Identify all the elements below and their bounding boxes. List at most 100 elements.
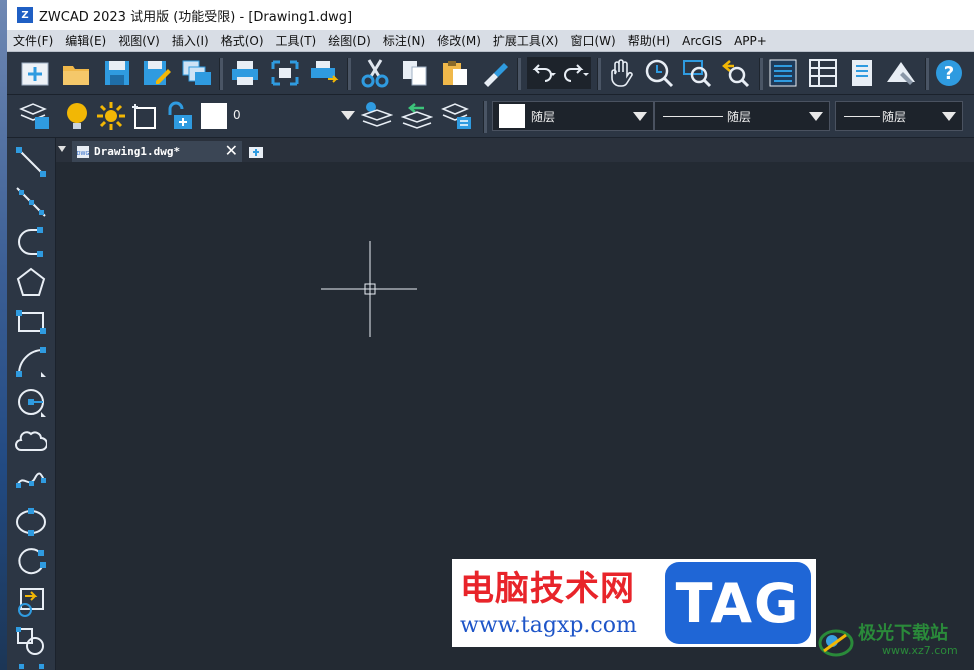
cut-icon[interactable] <box>359 57 391 89</box>
menu-file[interactable]: 文件(F) <box>7 32 59 49</box>
chevron-down-icon <box>341 111 355 120</box>
pan-icon[interactable] <box>605 57 637 89</box>
layer-manager-icon[interactable] <box>19 100 51 132</box>
make-block-icon[interactable] <box>13 624 49 660</box>
save-as-icon[interactable] <box>141 57 173 89</box>
properties-icon[interactable] <box>767 57 799 89</box>
lineweight-value: 随层 <box>882 110 907 124</box>
print-icon[interactable] <box>229 57 261 89</box>
revision-cloud-icon[interactable] <box>13 424 49 460</box>
watermark-site-name: 电脑技术网 <box>460 569 635 609</box>
arc-icon[interactable] <box>13 344 49 380</box>
new-icon[interactable] <box>19 57 51 89</box>
linetype-value: 随层 <box>727 110 752 124</box>
watermark-tag-logo: TAG <box>665 562 811 644</box>
linetype-dropdown[interactable]: 随层 <box>654 101 830 131</box>
layer-thaw-icon[interactable] <box>95 100 127 132</box>
new-drawing-tab-icon[interactable] <box>248 144 264 158</box>
tab-list-dropdown-icon[interactable] <box>58 146 66 152</box>
line-icon[interactable] <box>13 144 49 180</box>
tool-palettes-icon[interactable] <box>847 57 879 89</box>
watermark2-site-name: 极光下载站 <box>858 623 948 644</box>
draw-toolbar <box>7 138 56 670</box>
construction-line-icon[interactable] <box>13 184 49 220</box>
layers-toolbar: 0 随层 随层 随层 <box>7 95 974 138</box>
polyline-icon[interactable] <box>13 224 49 260</box>
zoom-previous-icon[interactable] <box>719 57 751 89</box>
toolbar-separator <box>517 58 521 90</box>
dwg-file-icon: DWG <box>77 145 90 158</box>
menu-format[interactable]: 格式(O) <box>215 32 270 49</box>
layer-previous-icon[interactable] <box>401 100 433 132</box>
rectangle-icon[interactable] <box>13 304 49 340</box>
polygon-icon[interactable] <box>13 264 49 300</box>
chevron-down-icon <box>633 112 647 121</box>
publish-icon[interactable] <box>309 57 341 89</box>
color-value: 随层 <box>531 110 556 124</box>
menu-dimension[interactable]: 标注(N) <box>377 32 431 49</box>
toolbar-separator <box>759 58 763 90</box>
svg-text:?: ? <box>944 63 954 84</box>
markup-icon[interactable] <box>885 57 917 89</box>
menu-insert[interactable]: 插入(I) <box>166 32 215 49</box>
help-icon[interactable]: ? <box>933 57 965 89</box>
layer-color-swatch <box>201 103 227 129</box>
zoom-realtime-icon[interactable] <box>643 57 675 89</box>
menu-arcgis[interactable]: ArcGIS <box>676 34 728 48</box>
window-title: ZWCAD 2023 试用版 (功能受限) - [Drawing1.dwg] <box>39 9 353 25</box>
svg-text:DWG: DWG <box>77 151 90 157</box>
insert-block-icon[interactable] <box>13 584 49 620</box>
copy-icon[interactable] <box>399 57 431 89</box>
watermark-logo-icon <box>818 629 854 657</box>
circle-icon[interactable] <box>13 384 49 420</box>
toolbar-separator <box>925 58 929 90</box>
app-logo-icon: Z <box>17 7 33 23</box>
layer-lock-icon[interactable] <box>163 100 195 132</box>
ellipse-icon[interactable] <box>13 504 49 540</box>
linetype-preview <box>663 116 723 117</box>
toolbar-separator <box>483 101 487 133</box>
toolbar-separator <box>347 58 351 90</box>
paste-icon[interactable] <box>439 57 471 89</box>
menu-edit[interactable]: 编辑(E) <box>59 32 112 49</box>
watermark2-site-url: www.xz7.com <box>882 644 958 657</box>
match-properties-icon[interactable] <box>479 57 511 89</box>
save-icon[interactable] <box>101 57 133 89</box>
close-icon[interactable]: ✕ <box>225 142 238 160</box>
layer-on-icon[interactable] <box>61 100 93 132</box>
standard-toolbar: ? <box>7 52 974 95</box>
tab-drawing1[interactable]: DWG Drawing1.dwg* ✕ <box>72 141 242 162</box>
menu-extensions[interactable]: 扩展工具(X) <box>487 32 565 49</box>
layer-states-icon[interactable] <box>441 100 473 132</box>
open-icon[interactable] <box>60 57 92 89</box>
zoom-window-icon[interactable] <box>681 57 713 89</box>
toolbar-separator <box>219 58 223 90</box>
document-tab-strip: DWG Drawing1.dwg* ✕ <box>56 138 974 162</box>
title-bar: Z ZWCAD 2023 试用版 (功能受限) - [Drawing1.dwg] <box>7 0 974 30</box>
menu-app-plus[interactable]: APP+ <box>728 34 773 48</box>
chevron-down-icon <box>809 112 823 121</box>
desktop-edge <box>0 0 7 670</box>
color-swatch <box>499 104 525 128</box>
make-object-layer-current-icon[interactable] <box>361 100 393 132</box>
chevron-down-icon <box>942 112 956 121</box>
menu-window[interactable]: 窗口(W) <box>565 32 622 49</box>
color-dropdown[interactable]: 随层 <box>492 101 654 131</box>
ellipse-arc-icon[interactable] <box>13 544 49 580</box>
lineweight-dropdown[interactable]: 随层 <box>835 101 963 131</box>
menu-tools[interactable]: 工具(T) <box>270 32 323 49</box>
spline-icon[interactable] <box>13 464 49 500</box>
menu-view[interactable]: 视图(V) <box>112 32 166 49</box>
menu-bar: 文件(F) 编辑(E) 视图(V) 插入(I) 格式(O) 工具(T) 绘图(D… <box>7 30 974 52</box>
layer-dropdown[interactable]: 0 <box>199 101 361 131</box>
menu-modify[interactable]: 修改(M) <box>431 32 487 49</box>
print-preview-icon[interactable] <box>269 57 301 89</box>
design-center-icon[interactable] <box>807 57 839 89</box>
tab-label: Drawing1.dwg* <box>94 145 181 158</box>
sheet-set-icon[interactable] <box>181 57 213 89</box>
current-layer-name: 0 <box>233 108 241 122</box>
layer-color-icon[interactable] <box>129 100 161 132</box>
more-tools-indicator <box>13 660 49 670</box>
menu-draw[interactable]: 绘图(D) <box>322 32 377 49</box>
menu-help[interactable]: 帮助(H) <box>622 32 676 49</box>
